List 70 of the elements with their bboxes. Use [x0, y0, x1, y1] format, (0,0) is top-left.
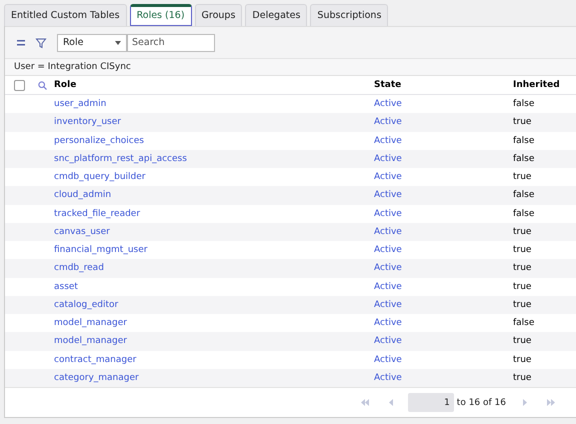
state-link[interactable]: Active	[374, 336, 402, 346]
caret-icon	[115, 40, 121, 44]
state-link[interactable]: Active	[374, 263, 402, 274]
table-cell: true	[513, 300, 532, 310]
table-cell: false	[513, 190, 534, 200]
table-cell: true	[513, 226, 532, 237]
state-link[interactable]: Active	[374, 226, 402, 237]
field-select[interactable]: Role	[57, 34, 127, 52]
role-link[interactable]: tracked_file_reader	[54, 208, 140, 219]
state-link[interactable]: Active	[374, 136, 402, 146]
column-header[interactable]: State	[374, 80, 402, 90]
table-cell: true	[513, 117, 532, 128]
menu-icon[interactable]	[15, 38, 27, 48]
search-field[interactable]: Search	[127, 34, 215, 52]
table-cell: false	[513, 99, 534, 110]
table-cell: true	[513, 354, 532, 365]
state-link[interactable]: Active	[374, 372, 402, 383]
last-page-icon[interactable]	[547, 399, 555, 406]
table-cell: false	[513, 154, 534, 164]
filter-icon[interactable]	[35, 36, 47, 48]
role-link[interactable]: cmdb_read	[54, 263, 104, 274]
page-range: to 16 of 16	[456, 398, 506, 408]
state-link[interactable]: Active	[374, 117, 402, 128]
state-link[interactable]: Active	[374, 190, 402, 200]
state-link[interactable]: Active	[374, 318, 402, 328]
table-cell: false	[513, 318, 534, 328]
filter-breadcrumb[interactable]: User = Integration CISync	[5, 58, 576, 75]
role-link[interactable]: model_manager	[54, 318, 127, 328]
role-link[interactable]: catalog_editor	[54, 300, 118, 310]
table-cell: true	[513, 172, 532, 182]
first-page-icon[interactable]	[360, 399, 369, 406]
role-link[interactable]: asset	[54, 282, 78, 292]
search-icon[interactable]	[38, 80, 47, 90]
tab[interactable]: Groups	[194, 4, 242, 26]
tab[interactable]: Roles (16)	[130, 4, 192, 26]
state-link[interactable]: Active	[374, 154, 402, 164]
role-link[interactable]: canvas_user	[54, 226, 110, 237]
table-cell: true	[513, 282, 532, 292]
state-link[interactable]: Active	[374, 99, 402, 110]
column-header[interactable]: Inherited	[513, 80, 560, 90]
table-cell: true	[513, 245, 532, 256]
state-link[interactable]: Active	[374, 354, 402, 365]
page-input[interactable]: 1	[408, 393, 454, 412]
role-link[interactable]: personalize_choices	[54, 136, 144, 146]
table-cell: false	[513, 208, 534, 219]
role-link[interactable]: contract_manager	[54, 354, 136, 365]
role-link[interactable]: financial_mgmt_user	[54, 245, 148, 256]
tab[interactable]: Delegates	[245, 4, 308, 26]
state-link[interactable]: Active	[374, 208, 402, 219]
column-header[interactable]: Role	[54, 80, 76, 90]
state-link[interactable]: Active	[374, 245, 402, 256]
role-link[interactable]: cloud_admin	[54, 190, 112, 200]
role-link[interactable]: category_manager	[54, 372, 139, 383]
tab[interactable]: Entitled Custom Tables	[4, 4, 127, 26]
table-cell: true	[513, 372, 532, 383]
state-link[interactable]: Active	[374, 300, 402, 310]
state-link[interactable]: Active	[374, 282, 402, 292]
next-page-icon[interactable]	[521, 399, 529, 406]
role-link[interactable]: model_manager	[54, 336, 127, 346]
tab[interactable]: Subscriptions	[310, 4, 388, 26]
role-link[interactable]: inventory_user	[54, 117, 121, 128]
table-cell: false	[513, 136, 534, 146]
role-link[interactable]: user_admin	[54, 99, 106, 110]
select-all-checkbox[interactable]	[14, 80, 25, 90]
state-link[interactable]: Active	[374, 172, 402, 182]
previous-page-icon[interactable]	[386, 399, 395, 406]
table-cell: true	[513, 336, 532, 346]
table-cell: true	[513, 263, 532, 274]
role-link[interactable]: snc_platform_rest_api_access	[54, 154, 187, 164]
role-link[interactable]: cmdb_query_builder	[54, 172, 146, 182]
